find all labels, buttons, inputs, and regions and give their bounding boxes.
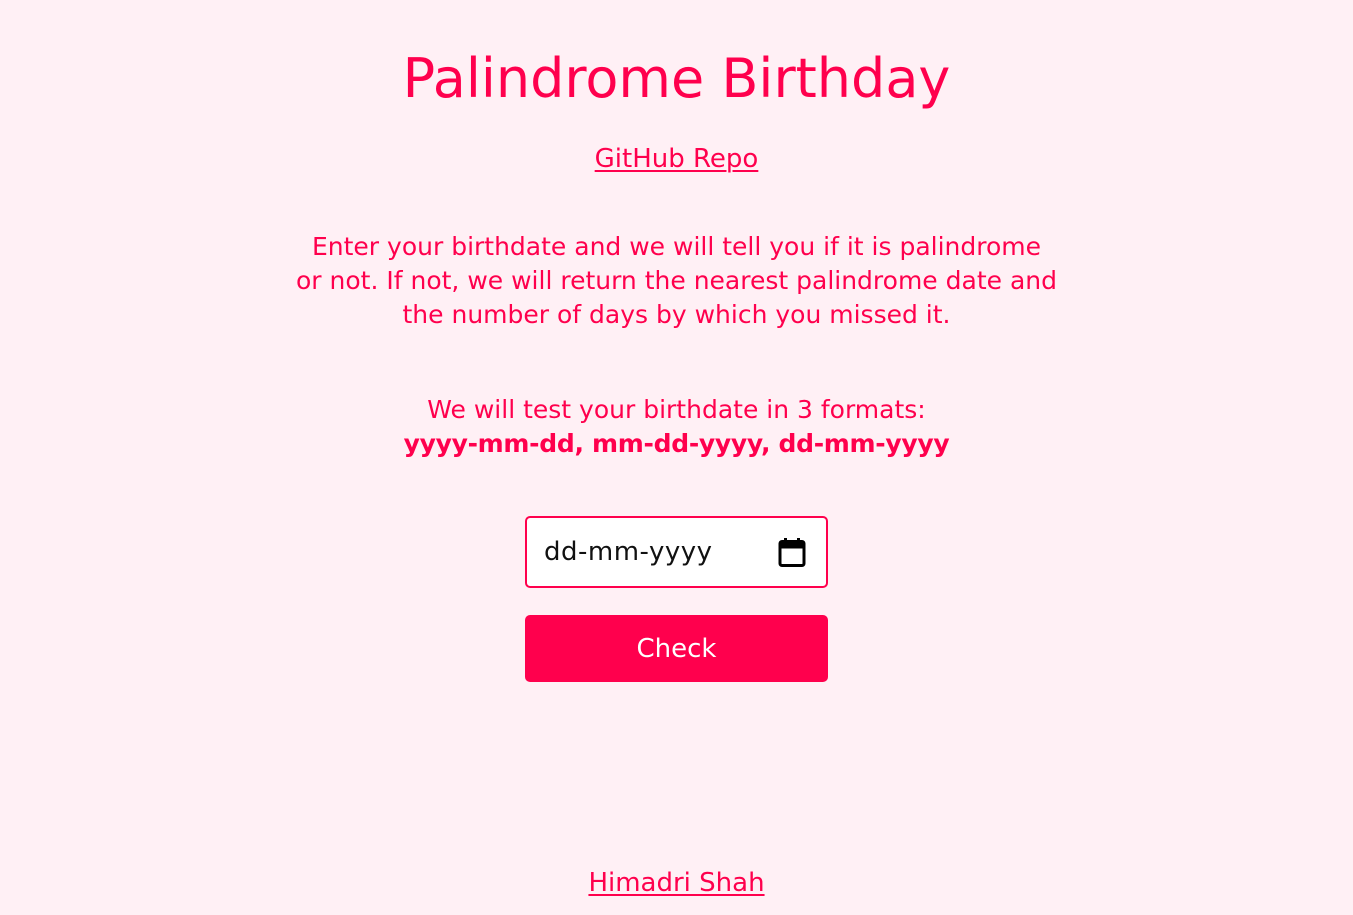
birthdate-input[interactable]: dd-mm-yyyy (525, 516, 828, 588)
formats-list-text: yyyy-mm-dd, mm-dd-yyyy, dd-mm-yyyy (403, 429, 950, 458)
author-link[interactable]: Himadri Shah (588, 868, 764, 898)
description-text: Enter your birthdate and we will tell yo… (296, 232, 1057, 329)
check-button[interactable]: Check (525, 615, 828, 682)
github-repo-link[interactable]: GitHub Repo (595, 144, 759, 174)
repo-link-container: GitHub Repo (0, 142, 1353, 176)
calendar-icon[interactable] (778, 537, 806, 567)
birthdate-placeholder: dd-mm-yyyy (544, 537, 713, 567)
page: Palindrome Birthday GitHub Repo Enter yo… (0, 0, 1353, 915)
page-title: Palindrome Birthday (402, 47, 951, 110)
formats-intro-text: We will test your birthdate in 3 formats… (427, 395, 926, 424)
footer: Himadri Shah (0, 866, 1353, 900)
